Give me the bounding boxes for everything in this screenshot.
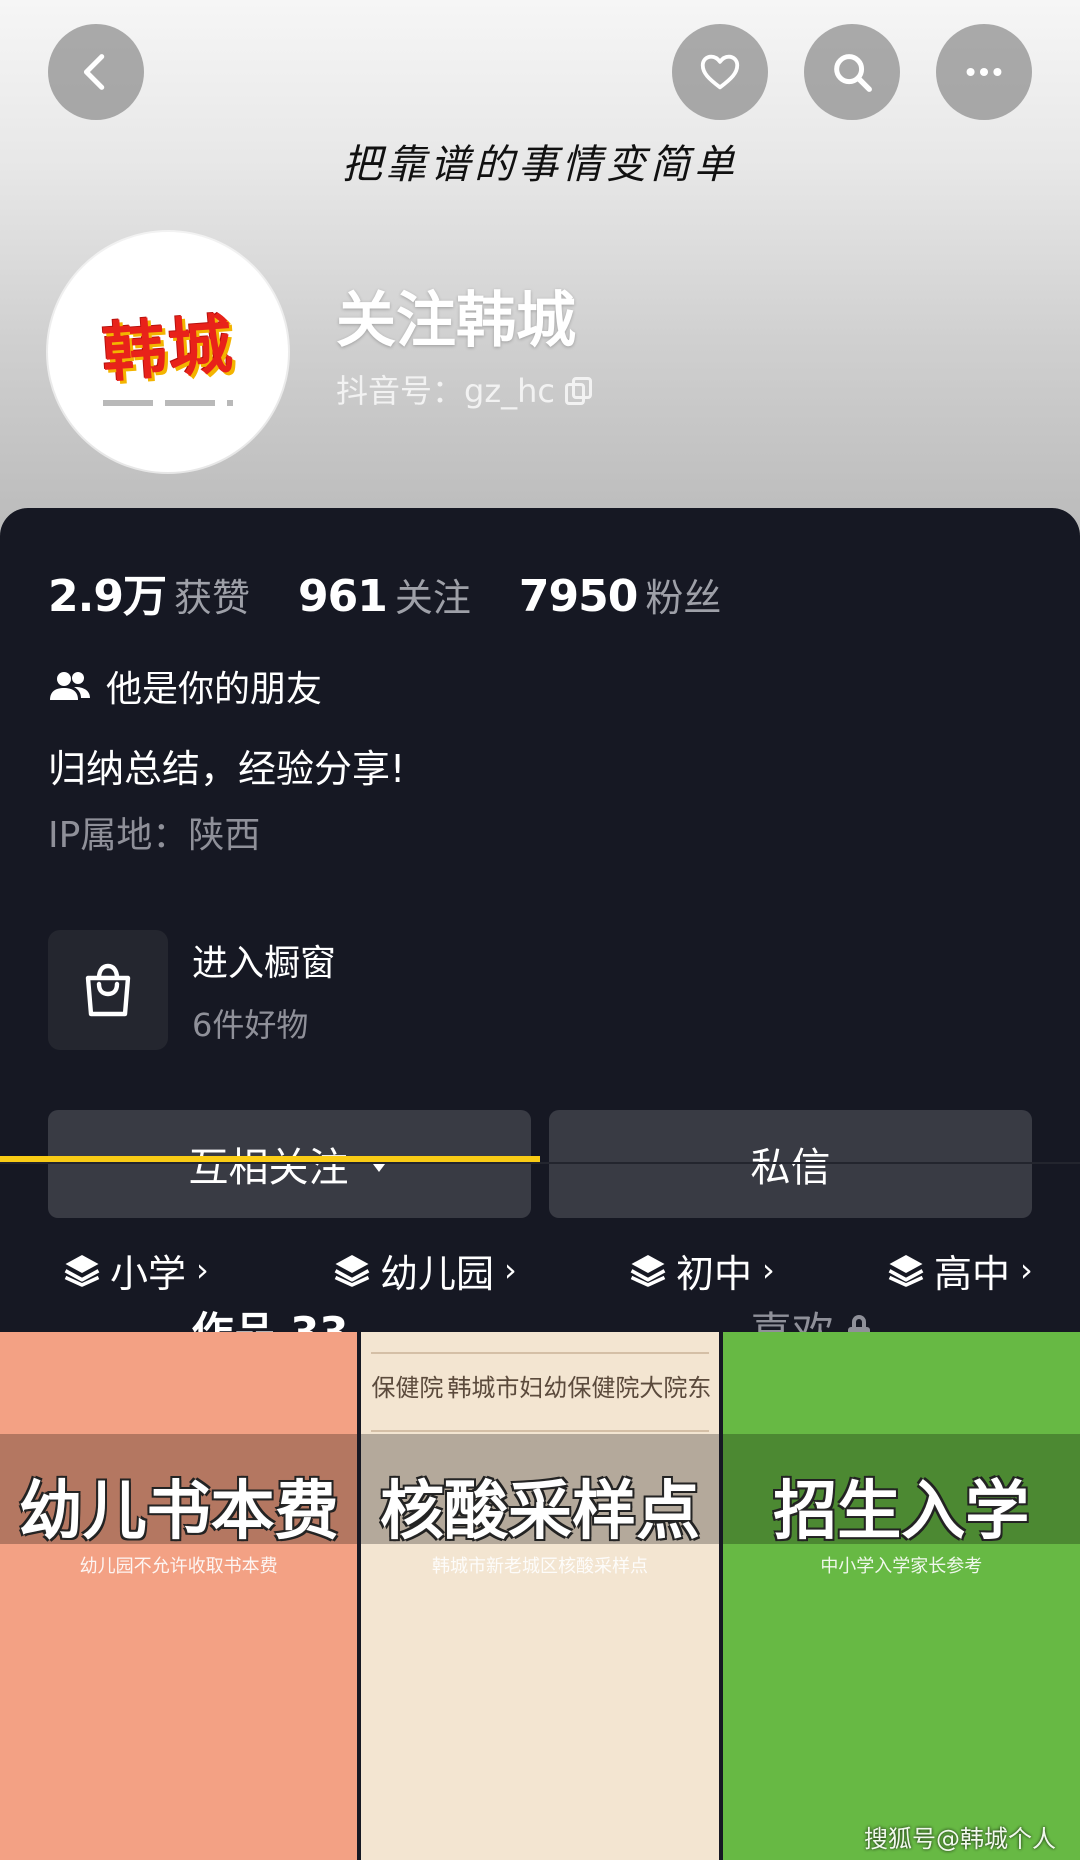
collection-kindergarten[interactable]: 幼儿园 › [334, 1210, 517, 1330]
heart-icon [700, 54, 740, 90]
avatar-underline [103, 400, 233, 406]
thumbnail-title: 幼儿书本费 [18, 1475, 339, 1549]
search-icon [834, 54, 872, 92]
profile-page: 把靠谱的事情变简单 韩城 关注韩城 抖音号：gz_hc 2.9万 获赞 961 … [0, 0, 1080, 1860]
more-dots-icon [966, 67, 1002, 77]
video-grid: 幼儿书本费 幼儿园不允许收取书本费 保健院 韩城市妇幼保健院大院东 核酸采样点 … [0, 1332, 1080, 1860]
thumbnail-title: 核酸采样点 [379, 1475, 700, 1549]
collection-label: 初中 [676, 1251, 753, 1296]
more-button[interactable] [936, 24, 1032, 120]
chevron-right-icon: › [762, 1251, 775, 1289]
stat-followers[interactable]: 7950 粉丝 [519, 567, 721, 622]
mutual-follow-button[interactable]: 互相关注 [48, 1110, 531, 1218]
friend-label: 他是你的朋友 [106, 669, 323, 710]
document-rule [371, 1430, 709, 1432]
chevron-left-icon [83, 54, 105, 90]
stats-row: 2.9万 获赞 961 关注 7950 粉丝 [48, 560, 769, 624]
stat-followers-value: 7950 [518, 571, 638, 622]
stat-followers-label: 粉丝 [645, 576, 722, 620]
tab-divider [0, 1162, 1080, 1164]
layers-icon [630, 1255, 666, 1287]
source-watermark: 搜狐号@韩城个人 [864, 1825, 1056, 1853]
action-buttons: 互相关注 私信 [48, 1110, 1032, 1218]
video-thumbnail[interactable]: 保健院 韩城市妇幼保健院大院东 核酸采样点 韩城市新老城区核酸采样点 [361, 1332, 719, 1860]
back-button[interactable] [48, 24, 144, 120]
stat-following-value: 961 [297, 571, 388, 622]
profile-cover: 把靠谱的事情变简单 韩城 关注韩城 抖音号：gz_hc [0, 0, 1080, 560]
layers-icon [888, 1255, 924, 1287]
profile-bio: 归纳总结，经验分享! [48, 747, 406, 791]
stat-following-label: 关注 [394, 576, 471, 620]
collection-senior-high[interactable]: 高中 › [888, 1210, 1033, 1330]
collections-row: 小学 › 幼儿园 › 初中 › 高中 › [0, 1210, 1080, 1330]
stat-likes-value: 2.9万 [48, 571, 167, 622]
ip-location: IP属地：陕西 [48, 815, 261, 856]
friend-status: 他是你的朋友 [48, 660, 322, 712]
stat-likes[interactable]: 2.9万 获赞 [48, 560, 250, 624]
thumbnail-title: 招生入学 [773, 1475, 1030, 1549]
douyin-id-row[interactable]: 抖音号：gz_hc [336, 366, 592, 412]
avatar-logo-text: 韩城 [99, 307, 237, 392]
shop-title: 进入橱窗 [192, 943, 337, 984]
shop-text: 进入橱窗 6件好物 [192, 934, 336, 1046]
shop-window-entry[interactable]: 进入橱窗 6件好物 [48, 930, 336, 1050]
collection-junior-high[interactable]: 初中 › [630, 1210, 775, 1330]
profile-nickname: 关注韩城 [336, 286, 576, 356]
collection-primary-school[interactable]: 小学 › [64, 1210, 209, 1330]
thumbnail-subtitle: 幼儿园不允许收取书本费 [79, 1556, 278, 1577]
thumbnail-subtitle: 中小学入学家长参考 [820, 1556, 983, 1577]
chevron-right-icon: › [504, 1251, 517, 1289]
message-button[interactable]: 私信 [549, 1110, 1032, 1218]
layers-icon [64, 1255, 100, 1287]
message-label: 私信 [750, 1145, 831, 1191]
shop-subtitle: 6件好物 [192, 1006, 309, 1044]
collection-label: 高中 [934, 1251, 1011, 1296]
copy-icon[interactable] [565, 377, 592, 405]
collection-label: 幼儿园 [380, 1251, 495, 1296]
friends-icon [50, 672, 90, 700]
stat-following[interactable]: 961 关注 [298, 567, 471, 622]
thumbnail-subtitle: 韩城市新老城区核酸采样点 [431, 1556, 648, 1577]
cover-slogan: 把靠谱的事情变简单 [342, 142, 738, 188]
chevron-right-icon: › [196, 1251, 209, 1289]
document-cell: 韩城市妇幼保健院大院东 [447, 1374, 712, 1402]
shopping-bag-icon [85, 963, 131, 1017]
document-lines: 保健院 韩城市妇幼保健院大院东 [361, 1332, 718, 1442]
video-thumbnail[interactable]: 招生入学 中小学入学家长参考 [722, 1332, 1080, 1860]
mutual-follow-label: 互相关注 [188, 1145, 349, 1191]
avatar[interactable]: 韩城 [48, 232, 288, 472]
chevron-right-icon: › [1020, 1251, 1033, 1289]
document-cell: 保健院 [371, 1374, 444, 1402]
stat-likes-label: 获赞 [173, 576, 250, 620]
shop-icon-box [48, 930, 168, 1050]
douyin-id-text: 抖音号：gz_hc [336, 372, 555, 410]
document-rule [371, 1352, 709, 1354]
collection-label: 小学 [110, 1251, 187, 1296]
layers-icon [334, 1255, 370, 1287]
search-button[interactable] [804, 24, 900, 120]
favorite-button[interactable] [672, 24, 768, 120]
video-thumbnail[interactable]: 幼儿书本费 幼儿园不允许收取书本费 [0, 1332, 358, 1860]
